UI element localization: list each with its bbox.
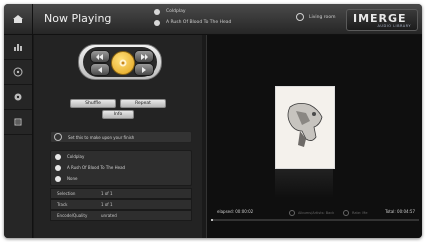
next-icon (141, 53, 148, 60)
person-icon (55, 153, 61, 160)
detail-key: Track (57, 202, 68, 207)
rate-label: Rate: Me (352, 211, 368, 215)
rate-control[interactable]: Rate: Me (343, 210, 368, 216)
note-icon (55, 175, 61, 182)
fast-forward-icon (142, 66, 146, 73)
repeat-button[interactable]: Repeat (120, 99, 166, 108)
page-title: Now Playing (44, 12, 112, 25)
brand-logo: IMERGE AUDIO LIBRARY (346, 9, 418, 31)
playlist-action-row[interactable]: Set this to make upon your finish (50, 131, 192, 143)
rewind-icon (98, 66, 102, 73)
detail-key: Selection (57, 191, 76, 196)
shuffle-label: Shuffle (85, 101, 101, 106)
detail-row-track: Track 1 of 1 (50, 199, 192, 210)
playlist-action-label: Set this to make upon your finish (68, 134, 135, 140)
mode-buttons: Shuffle Repeat (70, 99, 166, 108)
now-playing-title-row: A Rush Of Blood To The Head (154, 18, 231, 27)
zone-status-text: Living room (309, 14, 336, 20)
add-icon (54, 133, 62, 141)
sidebar-item-playlist[interactable] (4, 110, 32, 135)
app-window: Now Playing Coldplay A Rush Of Blood To … (4, 4, 422, 238)
control-panel: Shuffle Repeat Info Set this to make upo… (34, 35, 202, 238)
speaker-icon (296, 13, 304, 21)
track-artist: Coldplay (67, 154, 85, 159)
play-icon (119, 59, 127, 67)
play-pause-button[interactable] (111, 51, 135, 75)
detail-key: Encode/Quality (57, 213, 88, 218)
settings-icon (14, 93, 22, 101)
repeat-label: Repeat (135, 101, 151, 106)
progress-bar[interactable] (211, 219, 419, 221)
track-album-row: A Rush Of Blood To The Head (51, 162, 191, 173)
back-icon (289, 210, 295, 216)
person-icon (154, 8, 160, 15)
list-icon (14, 118, 22, 126)
header-bar: Now Playing Coldplay A Rush Of Blood To … (4, 4, 422, 35)
album-cover-image (276, 87, 334, 168)
sidebar-item-stats[interactable] (4, 35, 32, 60)
disc-icon (55, 164, 61, 171)
zone-status[interactable]: Living room (296, 13, 335, 21)
detail-value: unrated (101, 213, 117, 218)
home-icon (13, 15, 23, 23)
info-label: Info (113, 112, 123, 117)
fast-forward-button[interactable] (134, 63, 154, 76)
now-playing-title: A Rush Of Blood To The Head (166, 20, 232, 25)
transport-controls (78, 44, 162, 80)
next-button[interactable] (134, 50, 154, 63)
detail-value: 1 of 1 (101, 202, 113, 207)
sidebar-item-music[interactable] (4, 60, 32, 85)
info-button[interactable]: Info (102, 110, 134, 119)
album-art-panel: elapsed: 00:00:02 Albums/Artists: Back R… (206, 35, 422, 238)
sidebar-item-settings[interactable] (4, 85, 32, 110)
back-label: Albums/Artists: Back (298, 211, 335, 215)
bar-chart-icon (14, 44, 22, 51)
track-title-row: None (51, 173, 191, 184)
home-button[interactable] (4, 4, 33, 34)
now-playing-artist: Coldplay (166, 9, 186, 14)
detail-row-quality: Encode/Quality unrated (50, 210, 192, 221)
album-art (275, 86, 335, 169)
previous-button[interactable] (90, 50, 110, 63)
track-artist-row: Coldplay (51, 151, 191, 162)
disc-icon (154, 19, 160, 26)
rewind-button[interactable] (90, 63, 110, 76)
track-title: None (67, 176, 78, 181)
detail-row-selection: Selection 1 of 1 (50, 188, 192, 199)
track-info-box: Coldplay A Rush Of Blood To The Head Non… (50, 150, 192, 186)
progress-fill (211, 219, 214, 221)
track-album: A Rush Of Blood To The Head (67, 165, 126, 170)
back-control[interactable]: Albums/Artists: Back (289, 210, 334, 216)
total-time: Total: 00:04:57 (385, 209, 415, 214)
logo-subtext: AUDIO LIBRARY (377, 24, 411, 28)
detail-value: 1 of 1 (101, 191, 113, 196)
album-art-reflection (275, 168, 333, 198)
star-icon (343, 210, 349, 216)
transport-ring (83, 47, 157, 77)
elapsed-time: elapsed: 00:00:02 (217, 209, 254, 214)
sidebar (4, 35, 33, 238)
shuffle-button[interactable]: Shuffle (70, 99, 116, 108)
now-playing-artist-row: Coldplay (154, 7, 186, 16)
previous-icon (96, 53, 103, 60)
disc-icon (13, 67, 23, 77)
